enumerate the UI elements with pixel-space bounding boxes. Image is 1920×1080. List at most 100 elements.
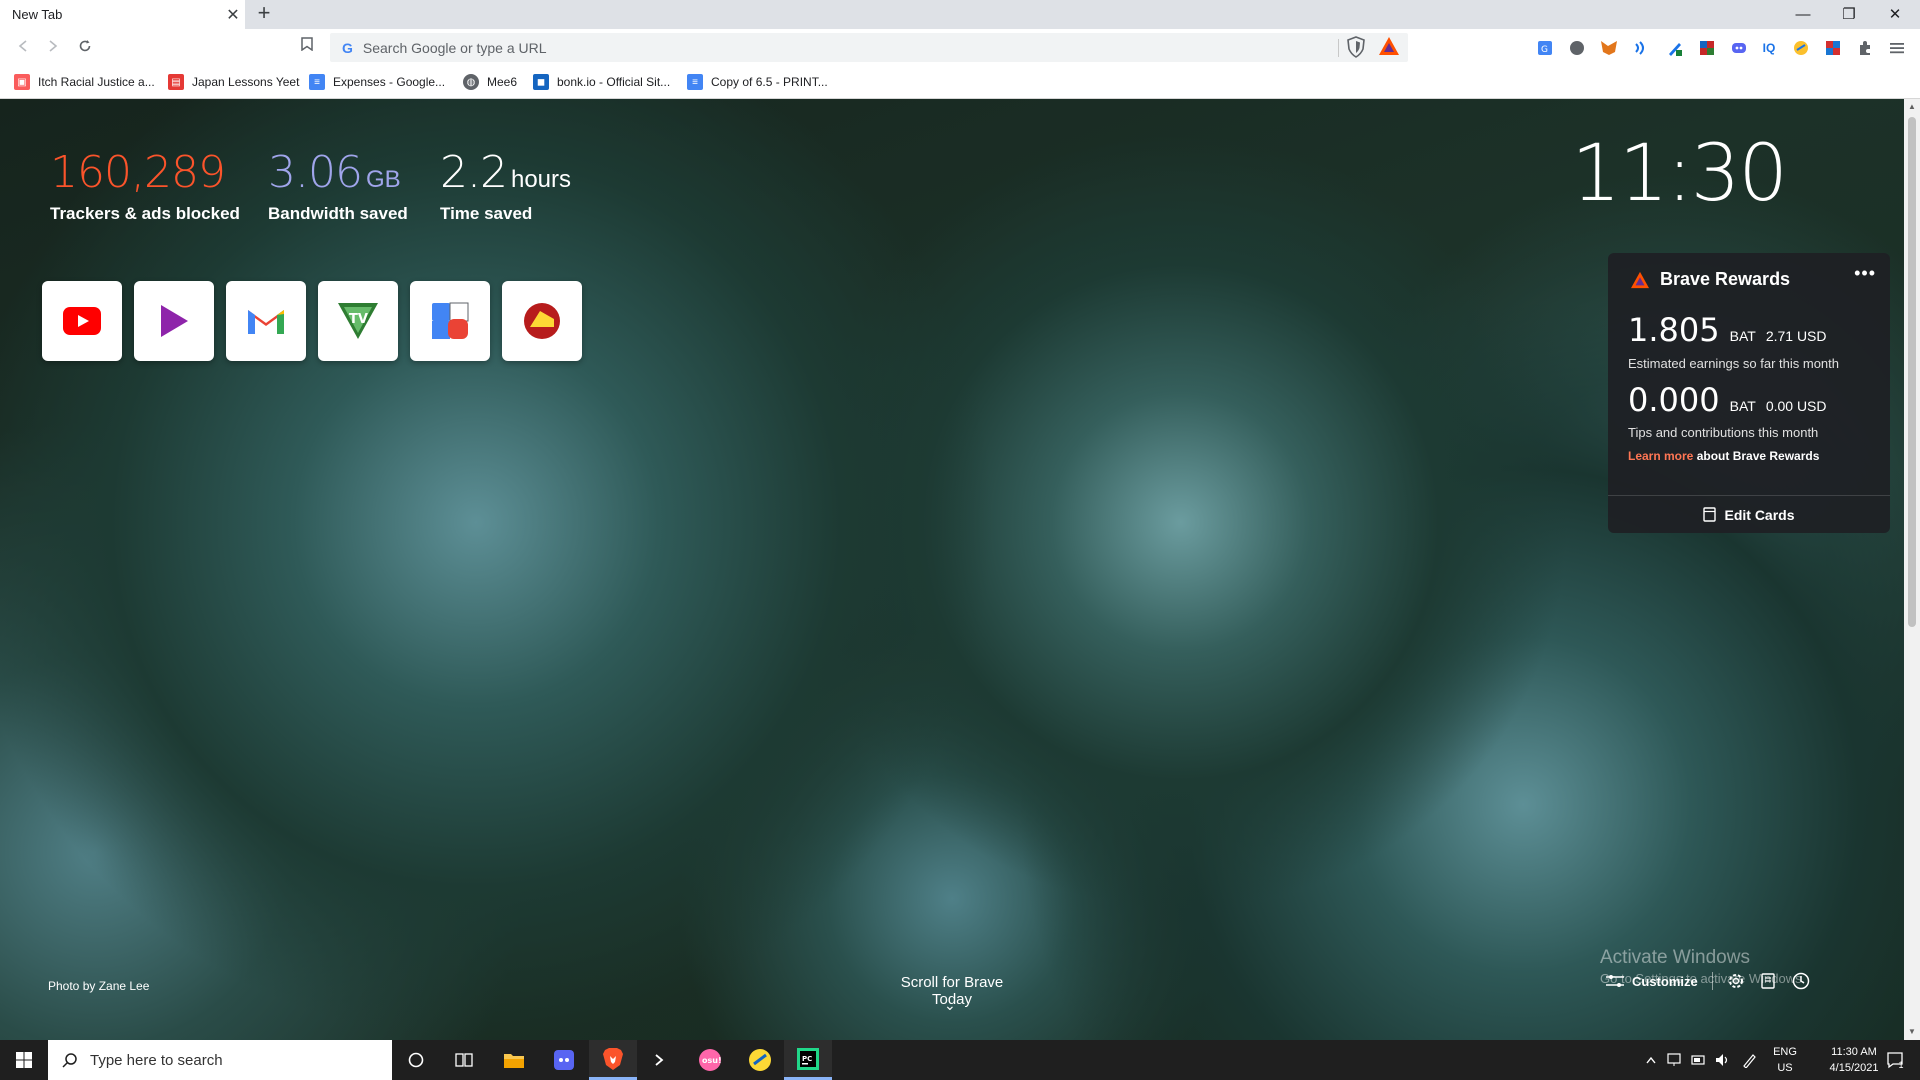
bookmark-item[interactable]: ◼ bonk.io - Official Sit...	[533, 72, 670, 92]
restore-button[interactable]: ❐	[1826, 0, 1872, 29]
top-site-play[interactable]	[134, 281, 214, 361]
notification-center-button[interactable]: 1	[1878, 1040, 1912, 1080]
bookmark-label: Japan Lessons Yeet	[192, 75, 300, 89]
top-site-gmail[interactable]	[226, 281, 306, 361]
itch-icon: ▣	[14, 74, 30, 90]
bandwidth-value: 3.06	[268, 147, 363, 198]
brave-taskbar-button[interactable]	[589, 1040, 637, 1080]
top-sites: TV	[42, 281, 582, 361]
photo-credit[interactable]: Photo by Zane Lee	[48, 979, 149, 993]
osu-taskbar-button[interactable]: osu!	[686, 1040, 734, 1080]
bookmarks-icon[interactable]	[1759, 972, 1777, 990]
back-arrow-icon	[18, 40, 27, 52]
settings-gear-icon[interactable]	[1727, 972, 1745, 990]
learn-more-rest: about Brave Rewards	[1693, 449, 1820, 463]
history-icon[interactable]	[1791, 971, 1811, 991]
cortana-button[interactable]	[392, 1040, 440, 1080]
ntp-bottom-tools: Customize	[1606, 971, 1811, 991]
tab-new-tab[interactable]: New Tab ✕	[0, 0, 245, 29]
brave-shields-button[interactable]	[1346, 36, 1370, 60]
task-view-button[interactable]	[440, 1040, 488, 1080]
norton-taskbar-button[interactable]	[736, 1040, 784, 1080]
bandwidth-stat: 3.06 GB Bandwidth saved	[268, 147, 408, 224]
tile-icon[interactable]	[1822, 37, 1844, 59]
minimize-button[interactable]: —	[1780, 0, 1826, 29]
taskbar-search-input[interactable]	[90, 1051, 392, 1069]
notification-count: 1	[1898, 1060, 1904, 1070]
metamask-icon[interactable]	[1598, 37, 1620, 59]
bookmark-label: Mee6	[487, 75, 518, 89]
pycharm-taskbar-button[interactable]: PC	[784, 1040, 832, 1080]
taskbar-search[interactable]	[48, 1040, 392, 1080]
menu-icon[interactable]	[1886, 37, 1908, 59]
iq-icon[interactable]: IQ	[1758, 37, 1780, 59]
search-icon	[62, 1053, 77, 1068]
bookmark-item[interactable]: ▣ Itch Racial Justice a...	[14, 72, 155, 92]
bookmark-item[interactable]: ≡ Copy of 6.5 - PRINT...	[687, 72, 828, 92]
learn-more-link[interactable]: Learn more	[1628, 449, 1693, 463]
page-scrollbar[interactable]: ▲ ▼	[1904, 99, 1920, 1040]
pen-icon[interactable]	[1664, 37, 1686, 59]
battery-icon[interactable]	[1688, 1040, 1710, 1080]
edit-cards-icon	[1703, 507, 1717, 522]
close-window-button[interactable]: ✕	[1872, 0, 1918, 29]
bookmark-label: bonk.io - Official Sit...	[557, 75, 671, 89]
network-icon[interactable]	[1664, 1040, 1686, 1080]
record-icon[interactable]	[1566, 37, 1588, 59]
top-site-apps[interactable]	[410, 281, 490, 361]
reload-button[interactable]	[72, 35, 98, 61]
scrollbar-thumb[interactable]	[1908, 117, 1916, 627]
tab-close-icon[interactable]: ✕	[221, 5, 245, 25]
time-unit: hours	[510, 166, 572, 193]
bookmark-label: Copy of 6.5 - PRINT...	[711, 75, 828, 89]
bandwidth-label: Bandwidth saved	[268, 204, 408, 223]
edit-cards-button[interactable]: Edit Cards	[1608, 495, 1890, 533]
address-input[interactable]	[362, 39, 1408, 56]
rewards-menu-button[interactable]: •••	[1854, 263, 1876, 284]
tv-icon: TV	[338, 303, 378, 339]
bookmark-item[interactable]: ◍ Mee6	[463, 72, 517, 92]
translate-icon[interactable]: G	[1534, 37, 1556, 59]
time-stat: 2.2 hours Time saved	[440, 147, 571, 224]
input-language[interactable]: ENG US	[1770, 1044, 1800, 1076]
start-button[interactable]	[0, 1040, 48, 1080]
top-site-cheese[interactable]	[502, 281, 582, 361]
bat-triangle-icon	[1631, 271, 1649, 288]
reload-icon	[79, 40, 91, 52]
tips-row: 0.000 BAT 0.00 USD	[1628, 381, 1827, 419]
brave-rewards-button[interactable]	[1378, 36, 1402, 60]
volume-icon[interactable]	[1712, 1040, 1734, 1080]
forward-button[interactable]	[40, 35, 66, 61]
pycharm-icon: PC	[797, 1047, 819, 1070]
svg-text:PC: PC	[802, 1055, 812, 1063]
address-bar[interactable]: G	[330, 33, 1408, 62]
terminal-taskbar-button[interactable]	[638, 1040, 686, 1080]
file-explorer-button[interactable]	[490, 1040, 538, 1080]
task-view-icon	[455, 1053, 473, 1067]
discord-taskbar-button[interactable]	[540, 1040, 588, 1080]
customize-label: Customize	[1632, 973, 1698, 989]
tab-title: New Tab	[12, 7, 63, 22]
new-tab-button[interactable]: +	[252, 2, 276, 26]
bookmark-item[interactable]: ▤ Japan Lessons Yeet	[168, 72, 299, 92]
chevron-down-icon[interactable]: ⌄	[944, 997, 956, 1014]
top-site-youtube[interactable]	[42, 281, 122, 361]
discord-icon[interactable]	[1728, 37, 1750, 59]
extensions-puzzle-icon[interactable]	[1854, 37, 1876, 59]
bookmark-page-button[interactable]	[296, 37, 318, 59]
bookmark-label: Expenses - Google...	[333, 75, 446, 89]
scroll-up-icon[interactable]: ▲	[1904, 99, 1920, 115]
tools-divider	[1711, 972, 1713, 990]
pen-workspace-icon[interactable]	[1738, 1040, 1762, 1080]
honey-icon[interactable]	[1790, 37, 1812, 59]
audio-icon[interactable]	[1630, 37, 1652, 59]
rewards-title: Brave Rewards	[1660, 269, 1791, 289]
back-button[interactable]	[10, 35, 36, 61]
customize-button[interactable]: Customize	[1606, 974, 1698, 989]
cortana-icon	[408, 1052, 424, 1068]
tray-overflow-icon[interactable]	[1642, 1040, 1660, 1080]
bookmark-item[interactable]: ≡ Expenses - Google...	[309, 72, 445, 92]
top-site-tv[interactable]: TV	[318, 281, 398, 361]
scroll-down-icon[interactable]: ▼	[1904, 1024, 1920, 1040]
flag-icon[interactable]	[1696, 37, 1718, 59]
